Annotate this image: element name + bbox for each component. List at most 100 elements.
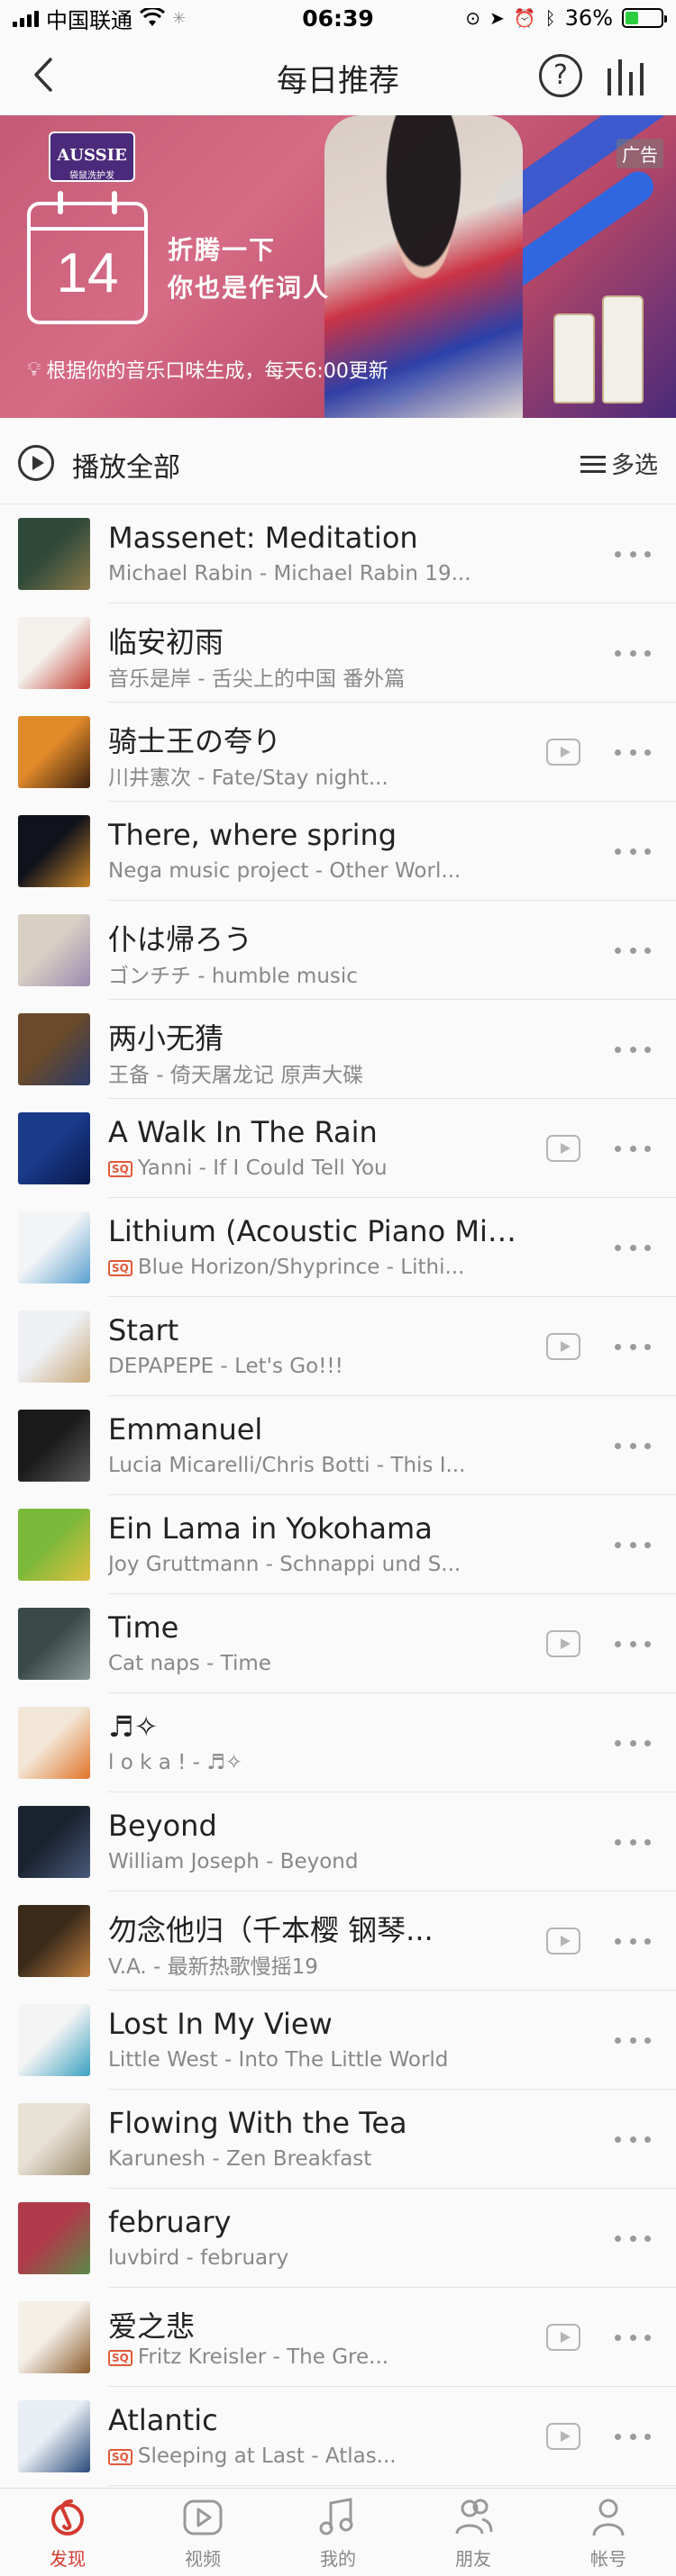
alarm-icon: ⏰ xyxy=(513,7,536,29)
tab-label: 帐号 xyxy=(590,2548,626,2570)
song-row[interactable]: 临安初雨 音乐是岸 - 舌尖上的中国 番外篇 xyxy=(0,603,676,703)
song-subtitle: V.A. - 最新热歌慢摇19 xyxy=(108,1949,532,1980)
more-options-icon[interactable] xyxy=(615,650,651,658)
song-subtitle: 音乐是岸 - 舌尖上的中国 番外篇 xyxy=(108,661,532,692)
song-row[interactable]: 两小无猜 王备 - 倚天屠龙记 原声大碟 xyxy=(0,1000,676,1099)
song-row[interactable]: 勿念他归（千本樱 钢琴... V.A. - 最新热歌慢摇19 xyxy=(0,1891,676,1991)
tab-video[interactable]: 视频 xyxy=(135,2489,270,2576)
song-row[interactable]: 仆は帰ろう ゴンチチ - humble music xyxy=(0,901,676,1000)
song-row[interactable]: Flowing With the Tea Karunesh - Zen Break… xyxy=(0,2090,676,2189)
battery-icon xyxy=(622,8,667,28)
ad-badge: 广告 xyxy=(617,139,663,168)
song-subtitle: ゴンチチ - humble music xyxy=(108,958,532,989)
more-options-icon[interactable] xyxy=(615,1047,651,1054)
song-row[interactable]: february luvbird - february xyxy=(0,2189,676,2288)
song-artist-album: 川井憲次 - Fate/Stay night... xyxy=(108,766,388,790)
more-options-icon[interactable] xyxy=(615,1344,651,1351)
play-all-row[interactable]: 播放全部 多选 xyxy=(0,418,676,504)
album-cover xyxy=(18,1311,90,1383)
song-row[interactable]: Time Cat naps - Time xyxy=(0,1594,676,1693)
mv-play-icon[interactable] xyxy=(546,1630,580,1657)
song-artist-album: luvbird - february xyxy=(108,2246,289,2270)
more-options-icon[interactable] xyxy=(615,2037,651,2045)
song-title: 爱之悲 xyxy=(108,2309,196,2344)
song-row[interactable]: Atlantic SQ Sleeping at Last - Atlas... xyxy=(0,2387,676,2486)
song-title: Beyond xyxy=(108,1809,217,1843)
more-options-icon[interactable] xyxy=(615,1839,651,1846)
tab-netease-music[interactable]: 发现 xyxy=(0,2489,135,2576)
album-cover xyxy=(18,815,90,887)
banner-headline-2: 你也是作词人 xyxy=(168,273,331,303)
song-row[interactable]: Lost In My View Little West - Into The Li… xyxy=(0,1991,676,2090)
mv-play-icon[interactable] xyxy=(546,2423,580,2450)
more-options-icon[interactable] xyxy=(615,2236,651,2243)
song-list: Massenet: Meditation Michael Rabin - Mich… xyxy=(0,504,676,2486)
album-cover xyxy=(18,2202,90,2274)
more-options-icon[interactable] xyxy=(615,1938,651,1946)
song-row[interactable]: Emmanuel Lucia Micarelli/Chris Botti - Th… xyxy=(0,1396,676,1495)
more-options-icon[interactable] xyxy=(615,1443,651,1450)
song-subtitle: Lucia Micarelli/Chris Botti - This I... xyxy=(108,1454,532,1477)
list-icon xyxy=(580,454,606,474)
play-circle-icon[interactable] xyxy=(18,445,54,481)
song-row[interactable]: Beyond William Joseph - Beyond xyxy=(0,1792,676,1891)
mv-play-icon[interactable] xyxy=(546,1927,580,1955)
album-cover xyxy=(18,2400,90,2472)
more-options-icon[interactable] xyxy=(615,2434,651,2441)
more-options-icon[interactable] xyxy=(615,1542,651,1549)
song-artist-album: Cat naps - Time xyxy=(108,1652,271,1675)
more-options-icon[interactable] xyxy=(615,848,651,856)
song-subtitle: Karunesh - Zen Breakfast xyxy=(108,2147,532,2171)
song-title: Time xyxy=(108,1610,179,1645)
more-options-icon[interactable] xyxy=(615,749,651,757)
song-subtitle: Cat naps - Time xyxy=(108,1652,532,1675)
song-title: 骑士王の夸り xyxy=(108,724,282,758)
album-cover xyxy=(18,518,90,590)
tab-label: 视频 xyxy=(185,2548,221,2570)
help-button[interactable]: ? xyxy=(539,54,582,97)
tab-music-note[interactable]: 我的 xyxy=(270,2489,406,2576)
song-row[interactable]: Lithium (Acoustic Piano Mix)... SQ Blue Ho… xyxy=(0,1198,676,1297)
song-title: 临安初雨 xyxy=(108,625,224,659)
more-options-icon[interactable] xyxy=(615,948,651,955)
song-row[interactable]: 爱之悲 SQ Fritz Kreisler - The Gre... xyxy=(0,2288,676,2387)
mv-play-icon[interactable] xyxy=(546,1135,580,1162)
video-icon xyxy=(179,2494,226,2541)
album-cover xyxy=(18,2103,90,2175)
album-cover xyxy=(18,1013,90,1085)
play-all-label[interactable]: 播放全部 xyxy=(72,445,180,485)
album-cover xyxy=(18,2004,90,2076)
mv-play-icon[interactable] xyxy=(546,1333,580,1360)
more-options-icon[interactable] xyxy=(615,1740,651,1747)
more-options-icon[interactable] xyxy=(615,2335,651,2342)
song-subtitle: 王备 - 倚天屠龙记 原声大碟 xyxy=(108,1057,532,1088)
more-options-icon[interactable] xyxy=(615,2136,651,2144)
mv-play-icon[interactable] xyxy=(546,2324,580,2351)
tab-friends[interactable]: 朋友 xyxy=(406,2489,541,2576)
song-subtitle: Joy Gruttmann - Schnappi und S... xyxy=(108,1553,532,1576)
song-row[interactable]: Massenet: Meditation Michael Rabin - Mich… xyxy=(0,504,676,603)
song-artist-album: Karunesh - Zen Breakfast xyxy=(108,2147,372,2171)
more-options-icon[interactable] xyxy=(615,1146,651,1153)
song-row[interactable]: ♬✧ l o k a ! - ♬✧ xyxy=(0,1693,676,1792)
more-options-icon[interactable] xyxy=(615,551,651,558)
song-title: Lost In My View xyxy=(108,2007,333,2041)
song-row[interactable]: There, where spring Nega music project - … xyxy=(0,802,676,901)
song-row[interactable]: Ein Lama in Yokohama Joy Gruttmann - Schn… xyxy=(0,1495,676,1594)
daily-recommend-banner[interactable]: AUSSIE 袋鼠洗护发 14 折腾一下 你也是作词人 💡︎ 根据你的音乐口味生… xyxy=(0,115,676,418)
song-row[interactable]: A Walk In The Rain SQ Yanni - If I Could T… xyxy=(0,1099,676,1198)
mv-play-icon[interactable] xyxy=(546,739,580,766)
song-artist-album: Michael Rabin - Michael Rabin 19... xyxy=(108,562,471,585)
album-cover xyxy=(18,617,90,689)
song-artist-album: Sleeping at Last - Atlas... xyxy=(137,2444,397,2468)
more-options-icon[interactable] xyxy=(615,1245,651,1252)
song-artist-album: Blue Horizon/Shyprince - Lithi... xyxy=(137,1256,465,1279)
now-playing-icon[interactable] xyxy=(606,56,651,95)
more-options-icon[interactable] xyxy=(615,1641,651,1648)
multi-select-button[interactable]: 多选 xyxy=(580,447,658,480)
status-right: ⊙ ➤ ⏰ ᛒ 36% xyxy=(465,5,667,31)
song-artist-album: William Joseph - Beyond xyxy=(108,1850,359,1873)
song-row[interactable]: Start DEPAPEPE - Let's Go!!! xyxy=(0,1297,676,1396)
tab-account[interactable]: 帐号 xyxy=(541,2489,676,2576)
song-row[interactable]: 骑士王の夸り川井憲次 - Fate/Stay night... xyxy=(0,703,676,802)
